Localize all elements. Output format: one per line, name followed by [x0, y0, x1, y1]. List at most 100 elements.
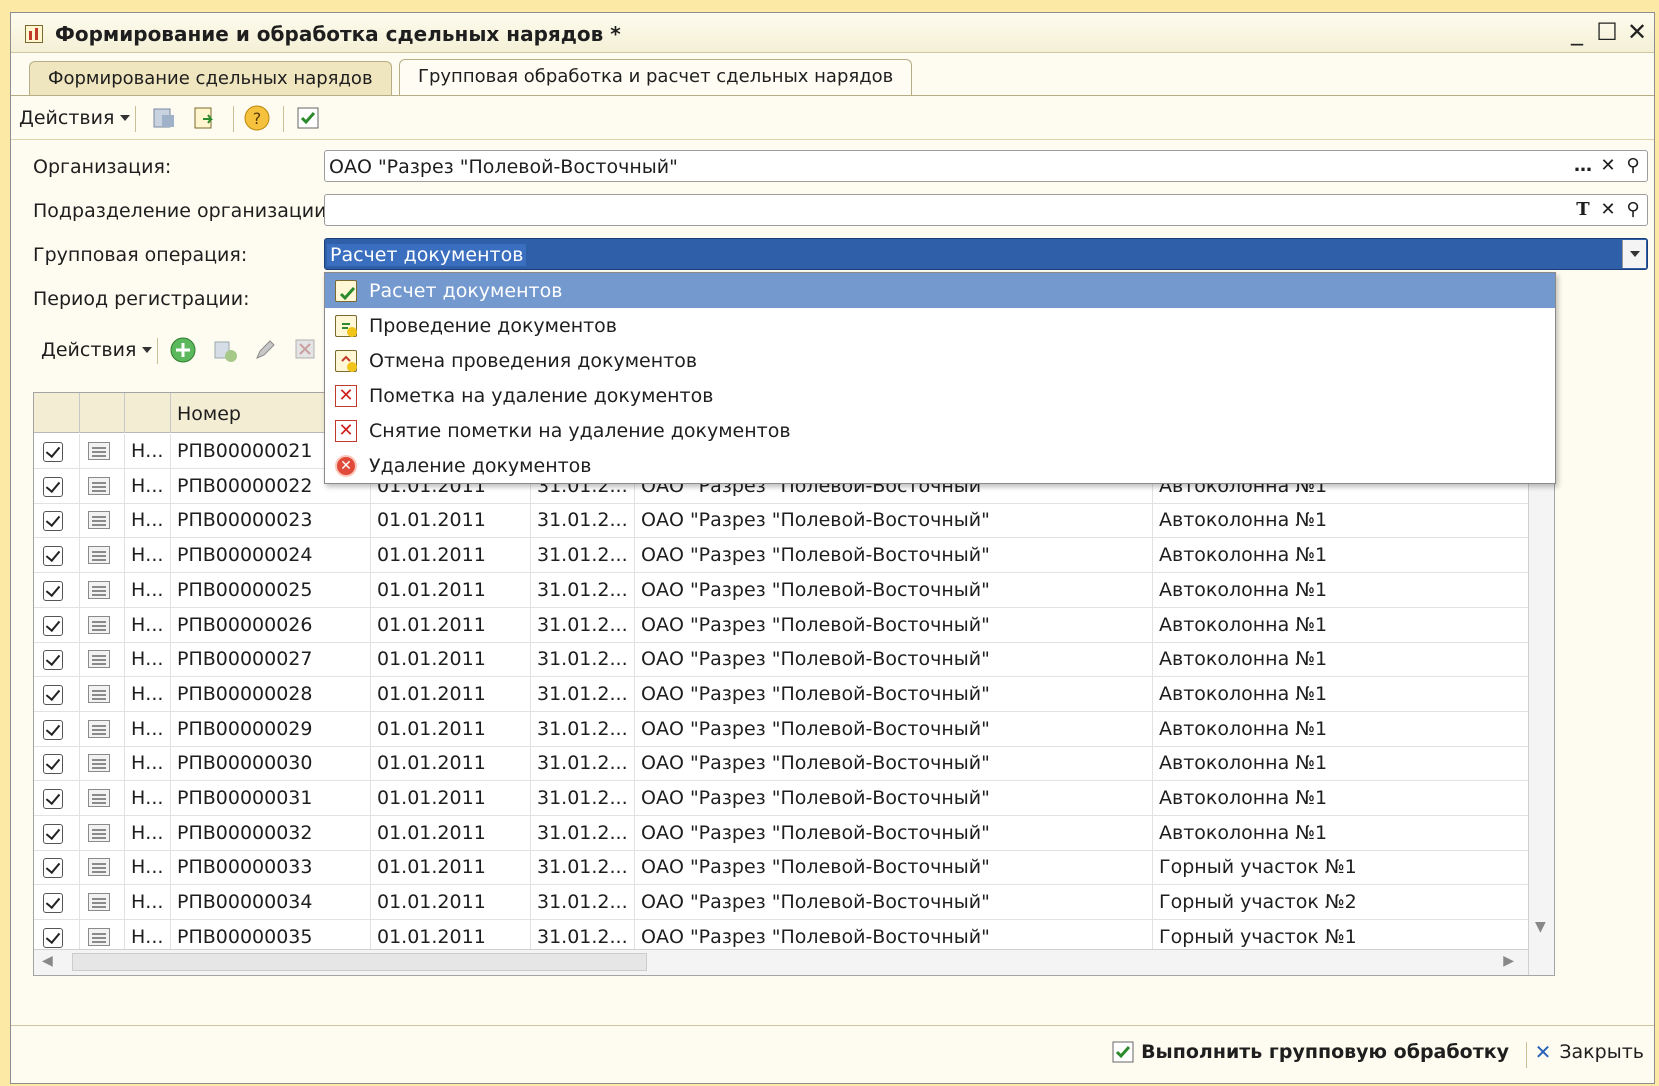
- table-row[interactable]: Н... РПВ00000027 01.01.2011 31.01.2... ОАО "…: [34, 642, 1529, 678]
- clear-icon[interactable]: ✕: [1596, 154, 1620, 178]
- cell-organization: ОАО "Разрез "Полевой-Восточный": [635, 538, 1153, 574]
- edit-icon[interactable]: [251, 336, 279, 364]
- cell-organization: ОАО "Разрез "Полевой-Восточный": [635, 503, 1153, 539]
- document-icon: [88, 684, 110, 703]
- toolbar-separator: [233, 106, 234, 132]
- row-checkbox[interactable]: [43, 476, 63, 497]
- actions-menu[interactable]: Действия: [19, 104, 131, 132]
- cell-icon: [80, 711, 125, 747]
- list-actions-menu[interactable]: Действия: [41, 336, 153, 364]
- cell-organization: ОАО "Разрез "Полевой-Восточный": [635, 815, 1153, 851]
- delete-icon[interactable]: [293, 336, 319, 364]
- column-header-type[interactable]: [125, 393, 171, 433]
- tab-group-processing[interactable]: Групповая обработка и расчет сдельных на…: [399, 59, 913, 96]
- add-icon[interactable]: [169, 336, 197, 364]
- document-icon: [88, 823, 110, 842]
- vertical-scrollbar[interactable]: ▼: [1528, 433, 1554, 975]
- table-row[interactable]: Н... РПВ00000032 01.01.2011 31.01.2... ОАО "…: [34, 815, 1529, 851]
- doc-post-icon: [335, 314, 357, 337]
- table-row[interactable]: Н... РПВ00000028 01.01.2011 31.01.2... ОАО "…: [34, 676, 1529, 712]
- dropdown-item-mark-delete[interactable]: ✕ Пометка на удаление документов: [325, 378, 1555, 413]
- row-checkbox[interactable]: [43, 615, 63, 636]
- table-row[interactable]: Н... РПВ00000029 01.01.2011 31.01.2... ОАО "…: [34, 711, 1529, 747]
- dropdown-item-unpost[interactable]: Отмена проведения документов: [325, 343, 1555, 378]
- department-field[interactable]: T ✕ ⚲: [324, 194, 1648, 226]
- table-row[interactable]: Н... РПВ00000026 01.01.2011 31.01.2... ОАО "…: [34, 607, 1529, 643]
- copy-icon[interactable]: [211, 336, 239, 364]
- clear-icon[interactable]: ✕: [1596, 198, 1620, 222]
- cell-number: РПВ00000028: [171, 676, 371, 712]
- row-checkbox[interactable]: [43, 893, 63, 914]
- cell-department: Автоколонна №1: [1153, 676, 1529, 712]
- cell-icon: [80, 781, 125, 816]
- row-checkbox[interactable]: [43, 823, 63, 844]
- row-checkbox[interactable]: [43, 927, 63, 948]
- cell-type: Н...: [125, 885, 171, 921]
- cell-icon: [80, 885, 125, 921]
- table-row[interactable]: Н... РПВ00000034 01.01.2011 31.01.2... ОАО "…: [34, 885, 1529, 921]
- dropdown-item-unmark-delete[interactable]: ✕ Снятие пометки на удаление документов: [325, 413, 1555, 448]
- row-checkbox[interactable]: [43, 650, 63, 671]
- cell-type: Н...: [125, 815, 171, 851]
- minimize-button[interactable]: _: [1562, 17, 1592, 47]
- row-checkbox[interactable]: [43, 789, 63, 809]
- row-checkbox[interactable]: [43, 719, 63, 740]
- dropdown-item-label: Проведение документов: [369, 314, 618, 337]
- tab-forming[interactable]: Формирование сдельных нарядов: [29, 61, 392, 95]
- table-row[interactable]: Н... РПВ00000031 01.01.2011 31.01.2... ОАО "…: [34, 781, 1529, 816]
- cell-number: РПВ00000031: [171, 781, 371, 816]
- cell-number: РПВ00000023: [171, 503, 371, 539]
- scroll-right-icon[interactable]: ▶: [1503, 953, 1514, 969]
- cell-department: Горный участок №2: [1153, 885, 1529, 921]
- table-row[interactable]: Н... РПВ00000023 01.01.2011 31.01.2... ОАО "…: [34, 503, 1529, 539]
- dropdown-item-label: Снятие пометки на удаление документов: [369, 419, 791, 442]
- row-checkbox[interactable]: [43, 546, 63, 567]
- cell-check: [34, 781, 80, 816]
- document-icon: [88, 580, 110, 599]
- column-header-icon[interactable]: [80, 393, 125, 433]
- horizontal-scrollbar[interactable]: ◀ ▶: [34, 949, 1528, 975]
- row-checkbox[interactable]: [43, 684, 63, 705]
- table-row[interactable]: Н... РПВ00000024 01.01.2011 31.01.2... ОАО "…: [34, 538, 1529, 574]
- table-row[interactable]: Н... РПВ00000025 01.01.2011 31.01.2... ОАО "…: [34, 572, 1529, 608]
- row-checkbox[interactable]: [43, 858, 63, 879]
- operation-select[interactable]: Расчет документов: [324, 238, 1648, 270]
- text-type-icon[interactable]: T: [1571, 198, 1595, 222]
- maximize-button[interactable]: ☐: [1592, 17, 1622, 47]
- fill-icon[interactable]: [151, 104, 179, 132]
- row-checkbox[interactable]: [43, 511, 63, 532]
- chevron-down-icon[interactable]: [1622, 240, 1646, 268]
- scroll-down-icon[interactable]: ▼: [1535, 919, 1546, 935]
- dropdown-item-calc[interactable]: Расчет документов: [325, 273, 1555, 308]
- row-checkbox[interactable]: [43, 442, 63, 462]
- cell-icon: [80, 642, 125, 678]
- export-icon[interactable]: [191, 104, 219, 132]
- dropdown-item-post[interactable]: Проведение документов: [325, 308, 1555, 343]
- cell-end-date: 31.01.2...: [531, 607, 635, 643]
- cell-type: Н...: [125, 676, 171, 712]
- close-window-button[interactable]: ✕: [1622, 17, 1652, 47]
- cell-department: Автоколонна №1: [1153, 572, 1529, 608]
- search-icon[interactable]: ⚲: [1621, 154, 1645, 178]
- scroll-left-icon[interactable]: ◀: [42, 953, 53, 969]
- list-actions-label: Действия: [41, 339, 137, 361]
- table-row[interactable]: Н... РПВ00000030 01.01.2011 31.01.2... ОАО "…: [34, 746, 1529, 782]
- ellipsis-icon[interactable]: …: [1571, 154, 1595, 178]
- scrollbar-thumb[interactable]: [72, 953, 647, 971]
- execute-icon: [1112, 1041, 1134, 1063]
- row-checkbox[interactable]: [43, 580, 63, 601]
- column-header-check[interactable]: [34, 393, 80, 433]
- cell-number: РПВ00000032: [171, 815, 371, 851]
- organization-field[interactable]: ОАО "Разрез "Полевой-Восточный" … ✕ ⚲: [324, 150, 1648, 182]
- cell-type: Н...: [125, 468, 171, 504]
- execute-button[interactable]: Выполнить групповую обработку: [1111, 1040, 1509, 1064]
- table-row[interactable]: Н... РПВ00000033 01.01.2011 31.01.2... ОАО "…: [34, 850, 1529, 886]
- check-icon[interactable]: [295, 104, 321, 132]
- search-icon[interactable]: ⚲: [1621, 198, 1645, 222]
- period-label: Период регистрации:: [33, 288, 250, 310]
- dropdown-item-delete[interactable]: ✕ Удаление документов: [325, 448, 1555, 483]
- cell-department: Автоколонна №1: [1153, 746, 1529, 782]
- help-icon[interactable]: ?: [243, 104, 271, 132]
- close-button[interactable]: ✕ Закрыть: [1535, 1040, 1644, 1064]
- row-checkbox[interactable]: [43, 754, 63, 775]
